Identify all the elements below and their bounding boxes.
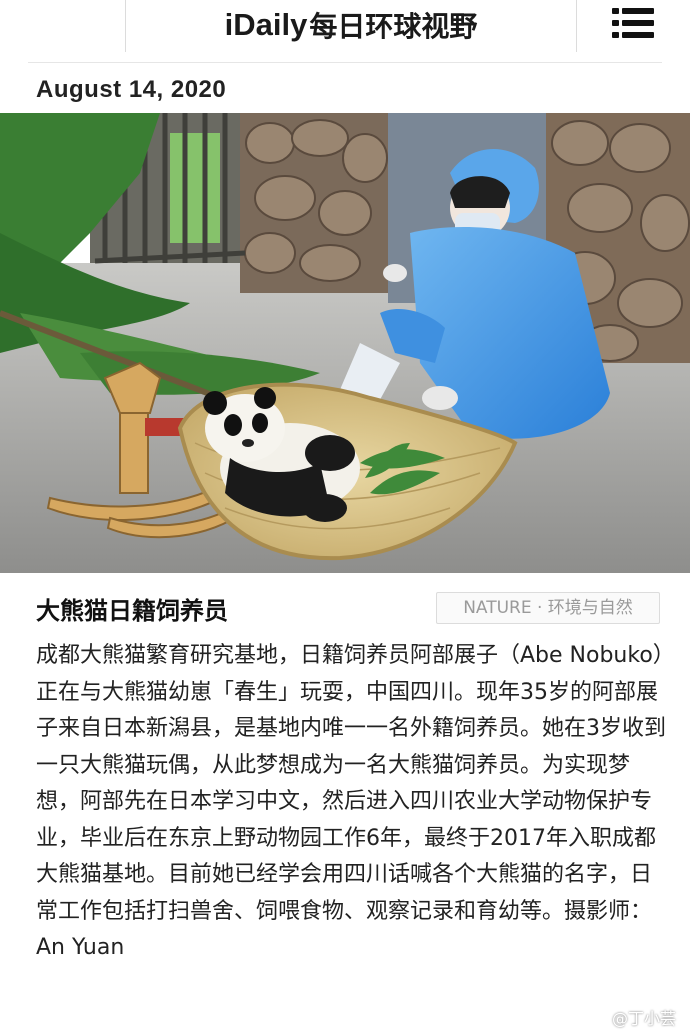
article-photo[interactable] <box>0 113 690 573</box>
watermark: @丁小芸 <box>586 1004 676 1030</box>
header-divider-right <box>576 0 577 52</box>
top-bar: iDaily 每日环球视野 <box>0 0 690 56</box>
menu-line <box>612 20 654 26</box>
article-date: August 14, 2020 <box>36 76 227 103</box>
brand-name-latin: iDaily <box>224 7 308 42</box>
header-divider <box>28 62 662 63</box>
brand-logo[interactable]: iDaily 每日环球视野 <box>126 2 576 48</box>
weibo-icon <box>586 1009 607 1026</box>
category-tag[interactable]: NATURE · 环境与自然 <box>436 592 660 624</box>
caption-title: 大熊猫日籍饲养员 <box>36 597 228 625</box>
article-body: 成都大熊猫繁育研究基地，日籍饲养员阿部展子（Abe Nobuko）正在与大熊猫幼… <box>36 638 668 967</box>
panda-keeper-photo <box>0 113 690 573</box>
hamburger-menu-icon[interactable] <box>612 6 654 40</box>
watermark-text: @丁小芸 <box>612 1009 677 1028</box>
menu-line <box>612 8 654 14</box>
menu-line <box>612 32 654 38</box>
article-body-text: 成都大熊猫繁育研究基地，日籍饲养员阿部展子（Abe Nobuko）正在与大熊猫幼… <box>36 643 666 960</box>
brand-name-chinese: 每日环球视野 <box>309 10 478 43</box>
caption-row: 大熊猫日籍饲养员 NATURE · 环境与自然 <box>0 585 690 629</box>
